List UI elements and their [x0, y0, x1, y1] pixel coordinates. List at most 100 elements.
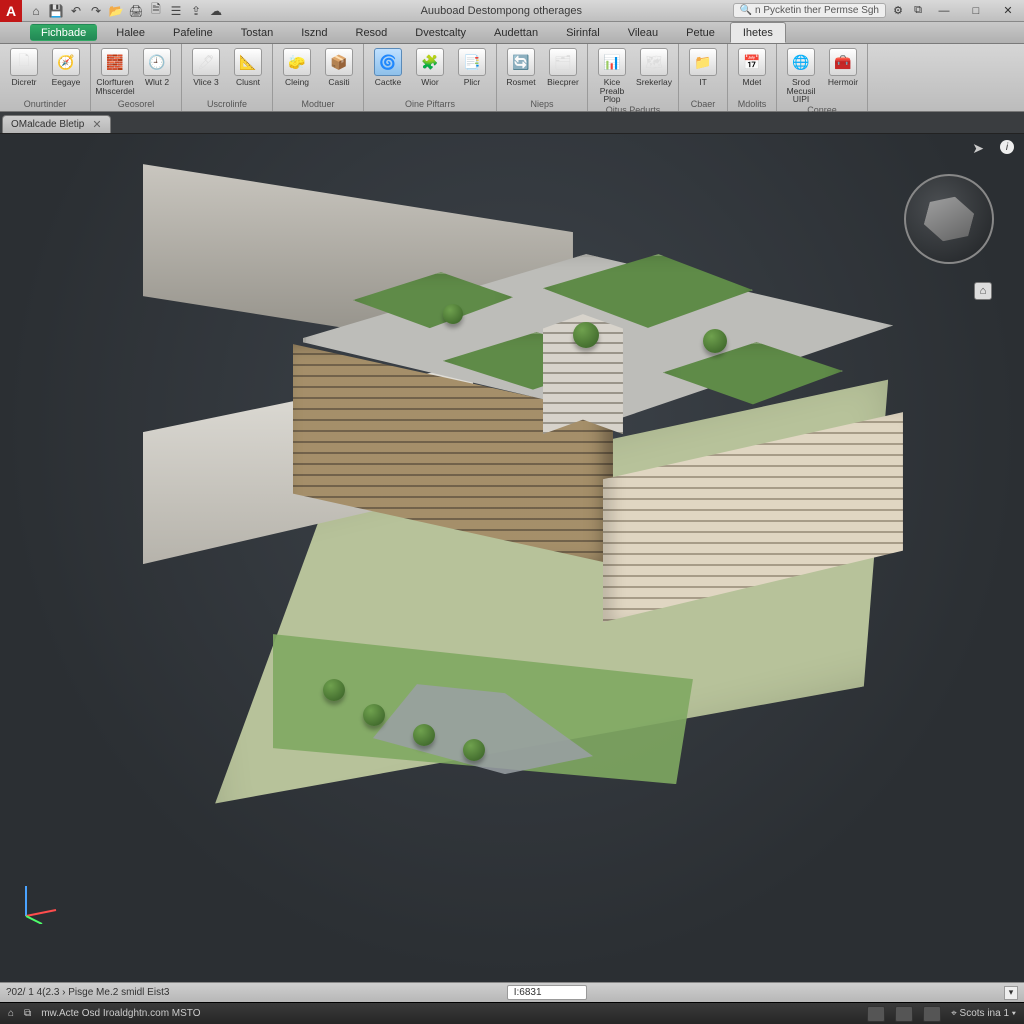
ribbon-tool-button[interactable]: 🌐Srod Mecusil UIPI: [781, 46, 821, 104]
ribbon-tool-button[interactable]: 📁IT: [683, 46, 723, 98]
document-tab[interactable]: OMalcade Bletip ✕: [2, 115, 111, 133]
status-toggle-2[interactable]: [895, 1006, 913, 1022]
tool-icon: 🧱: [101, 48, 129, 76]
ribbon-tool-button[interactable]: 🕘Wlut 2: [137, 46, 177, 98]
qat-redo-icon[interactable]: ↷: [88, 3, 104, 19]
ribbon-tool-button[interactable]: 🧭 Eegaye: [46, 46, 86, 98]
status-grid-icon[interactable]: ⧉: [24, 1008, 31, 1019]
tree-icon: [323, 679, 345, 701]
tool-label: Wlut 2: [145, 78, 169, 87]
tab-resod[interactable]: Resod: [343, 22, 401, 43]
status-toggle-3[interactable]: [923, 1006, 941, 1022]
tree-icon: [413, 724, 435, 746]
tab-vileau[interactable]: Vileau: [615, 22, 671, 43]
model-viewport[interactable]: ➤ i ⌂: [0, 134, 1024, 982]
close-button[interactable]: ✕: [994, 1, 1022, 21]
window-title: Auuboad Destompong otherages: [230, 5, 733, 17]
ribbon-group: 📊Kice Prealb Plop🗺SrekerlayOitus Pedurts: [588, 44, 679, 111]
status-toggle-1[interactable]: [867, 1006, 885, 1022]
tool-label: Srekerlay: [636, 78, 672, 87]
tab-dvestcalty[interactable]: Dvestcalty: [402, 22, 479, 43]
ribbon-tool-button[interactable]: 📦Casiti: [319, 46, 359, 98]
app-status-bar: ⌂ ⧉ mw.Acte Osd Iroaldghtn.com MSTO ⌖ Sc…: [0, 1002, 1024, 1024]
search-placeholder: n Pycketin ther Permse Sgh: [755, 5, 879, 16]
building-model: [143, 164, 963, 884]
ribbon-group-label: Onurtinder: [4, 98, 86, 111]
tool-label: Mdet: [743, 78, 762, 87]
tool-icon: 🌐: [787, 48, 815, 76]
tab-fichbade[interactable]: Fichbade: [30, 24, 97, 41]
ribbon-group: 🌀Cactke🧩Wior📑PlicrOine Piftarrs: [364, 44, 497, 111]
tool-label: Casiti: [328, 78, 349, 87]
qat-misc2-icon[interactable]: ⧉: [910, 4, 926, 17]
steering-wheel-icon[interactable]: ⌂: [974, 282, 992, 300]
qat-plot-icon[interactable]: 🖨: [128, 3, 144, 19]
tree-icon: [363, 704, 385, 726]
ribbon-tool-button[interactable]: 📑Plicr: [452, 46, 492, 98]
tab-tostan[interactable]: Tostan: [228, 22, 286, 43]
qat-export-icon[interactable]: ⇪: [188, 3, 204, 19]
ribbon-tool-button[interactable]: 🧩Wior: [410, 46, 450, 98]
ribbon-tool-button[interactable]: 📊Kice Prealb Plop: [592, 46, 632, 104]
qat-undo-icon[interactable]: ↶: [68, 3, 84, 19]
nav-arrow-icon[interactable]: ➤: [972, 140, 984, 157]
ribbon-group-label: Oine Piftarrs: [368, 98, 492, 111]
app-menu-button[interactable]: A: [0, 0, 22, 22]
tool-label: Cactke: [375, 78, 401, 87]
tool-icon: 📐: [234, 48, 262, 76]
tool-label: Eegaye: [52, 78, 81, 87]
status-home-icon[interactable]: ⌂: [8, 1008, 14, 1019]
ribbon: 🗋Dicretr 🧭 Eegaye Onurtinder 🧱Clorfturen Mhs…: [0, 44, 1024, 112]
tool-icon: 🗺: [640, 48, 668, 76]
info-icon[interactable]: i: [1000, 140, 1014, 154]
search-icon: 🔍: [740, 5, 752, 16]
command-input[interactable]: I:6831: [507, 985, 587, 1000]
qat-cloud-icon[interactable]: ☁: [208, 3, 224, 19]
ribbon-tool-button[interactable]: 🌀Cactke: [368, 46, 408, 98]
ribbon-tool-button[interactable]: 🗋Dicretr: [4, 46, 44, 98]
ribbon-tool-button[interactable]: 🧱Clorfturen Mhscerdel: [95, 46, 135, 98]
tab-ihetes[interactable]: Ihetes: [730, 22, 786, 43]
ribbon-group-label: Cbaer: [683, 98, 723, 111]
ribbon-tool-button[interactable]: 🗂Biecprer: [543, 46, 583, 98]
tool-icon: 🧭: [52, 48, 80, 76]
ribbon-group: 📅MdetMdolits: [728, 44, 777, 111]
tab-petue[interactable]: Petue: [673, 22, 728, 43]
minimize-button[interactable]: —: [930, 1, 958, 21]
ribbon-tool-button[interactable]: 🧰Hermoir: [823, 46, 863, 104]
tab-halee[interactable]: Halee: [103, 22, 158, 43]
qat-open-icon[interactable]: 📂: [108, 3, 124, 19]
ribbon-tool-button[interactable]: 📅Mdet: [732, 46, 772, 98]
qat-misc1-icon[interactable]: ⚙: [890, 4, 906, 17]
tab-audettan[interactable]: Audettan: [481, 22, 551, 43]
command-dropdown-icon[interactable]: ▾: [1004, 986, 1018, 1000]
ribbon-group-label: Modtuer: [277, 98, 359, 111]
ribbon-tab-bar: Fichbade Halee Pafeline Tostan Isznd Res…: [0, 22, 1024, 44]
tool-label: Clusnt: [236, 78, 260, 87]
tool-label: Vlice 3: [193, 78, 219, 87]
help-search-input[interactable]: 🔍 n Pycketin ther Permse Sgh: [733, 3, 886, 18]
maximize-button[interactable]: □: [962, 1, 990, 21]
tool-label: IT: [699, 78, 707, 87]
tool-label: Hermoir: [828, 78, 858, 87]
tab-isznd[interactable]: Isznd: [288, 22, 340, 43]
status-right-text: ⌖ Scots ina 1 ▾: [951, 1008, 1016, 1019]
ribbon-tool-button[interactable]: 🧽Cleing: [277, 46, 317, 98]
tab-sirinfal[interactable]: Sirinfal: [553, 22, 613, 43]
qat-home-icon[interactable]: ⌂: [28, 3, 44, 19]
ribbon-tool-button[interactable]: 🗺 Srekerlay: [634, 46, 674, 104]
qat-save-icon[interactable]: 💾: [48, 3, 64, 19]
tool-label: Cleing: [285, 78, 309, 87]
qat-print-icon[interactable]: 🗎: [148, 3, 164, 19]
qat-layers-icon[interactable]: ☰: [168, 3, 184, 19]
document-tab-close-icon[interactable]: ✕: [92, 118, 101, 131]
ribbon-tool-button[interactable]: 📐 Clusnt: [228, 46, 268, 98]
tool-label: Rosmet: [506, 78, 535, 87]
ribbon-tool-button[interactable]: 🖊 Vlice 3: [186, 46, 226, 98]
document-tab-label: OMalcade Bletip: [11, 119, 84, 130]
tool-label: Wior: [421, 78, 438, 87]
tool-icon: 🖊: [192, 48, 220, 76]
ribbon-tool-button[interactable]: 🔄Rosmet: [501, 46, 541, 98]
tab-pafeline[interactable]: Pafeline: [160, 22, 226, 43]
ucs-axis-icon: [18, 880, 62, 924]
